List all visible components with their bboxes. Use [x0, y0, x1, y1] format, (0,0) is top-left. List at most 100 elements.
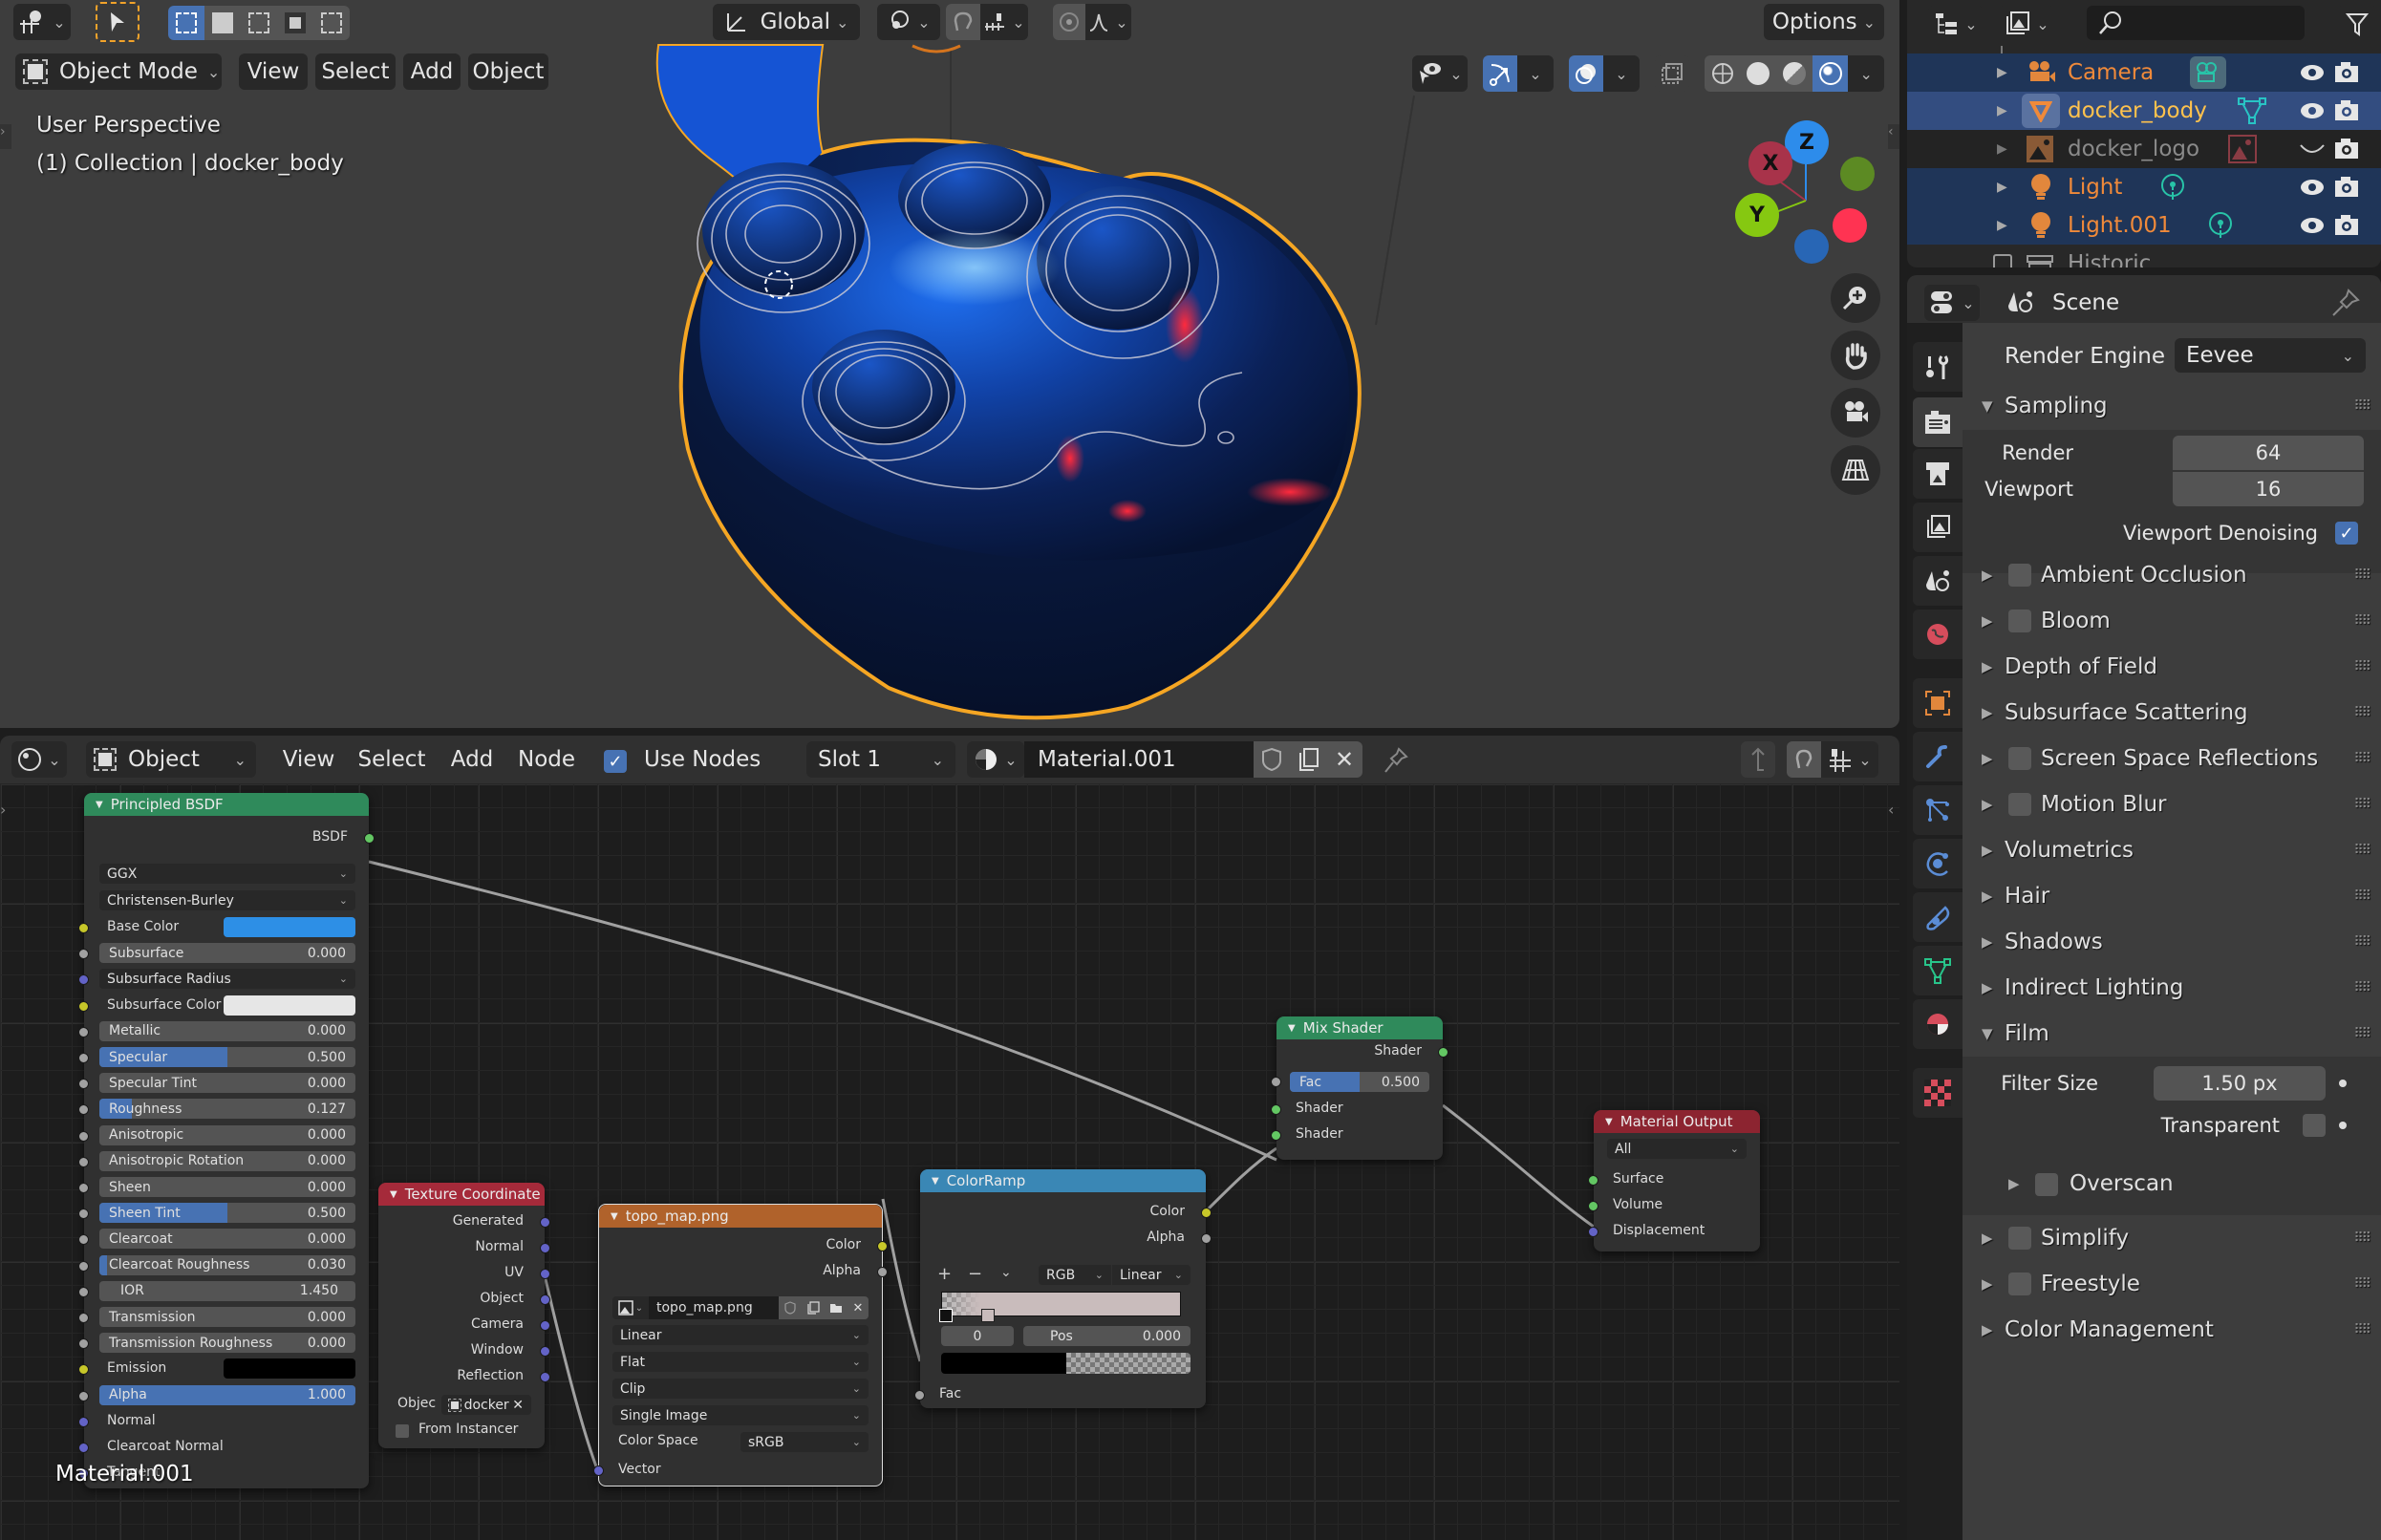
- panel-sampling[interactable]: ▼ Sampling ⠿⠿: [1963, 382, 2381, 430]
- pin-icon[interactable]: [2331, 289, 2360, 317]
- socket-alpha-out[interactable]: [877, 1267, 888, 1277]
- distribution-dropdown[interactable]: GGX ⌄: [99, 864, 355, 884]
- select-intersect-button[interactable]: [313, 6, 350, 40]
- tab-world[interactable]: [1913, 610, 1963, 659]
- snap-toggle[interactable]: [946, 4, 980, 40]
- panel-color-management[interactable]: ▶ Color Management ⠿⠿: [1963, 1307, 2381, 1353]
- drag-handle-icon[interactable]: ⠿⠿: [2353, 1230, 2370, 1246]
- panel-simplify[interactable]: ▶ Simplify ⠿⠿: [1963, 1215, 2381, 1261]
- color-space-dropdown[interactable]: sRGB ⌄: [740, 1432, 869, 1452]
- input-transmission-roughness[interactable]: Transmission Roughness 0.000: [99, 1333, 355, 1354]
- input-subsurface-radius-dropdown[interactable]: Subsurface Radius ⌄: [99, 969, 355, 990]
- color-mode-dropdown[interactable]: RGB ⌄: [1039, 1265, 1111, 1285]
- panel-enable-checkbox[interactable]: [2008, 610, 2031, 632]
- socket-ior-in[interactable]: [78, 1286, 89, 1297]
- from-instancer-checkbox[interactable]: [396, 1424, 409, 1438]
- socket-transmission-roughness-in[interactable]: [78, 1338, 89, 1350]
- image-browse-button[interactable]: ⌄: [612, 1296, 649, 1319]
- socket-fac-in[interactable]: [914, 1390, 925, 1401]
- node-header[interactable]: ▼ Principled BSDF: [84, 793, 369, 816]
- tab-render[interactable]: [1913, 397, 1963, 447]
- render-camera-icon[interactable]: [2333, 61, 2360, 84]
- input-sheen[interactable]: Sheen 0.000: [99, 1177, 355, 1197]
- image-unlink-button[interactable]: ✕: [847, 1296, 869, 1319]
- drag-handle-icon[interactable]: ⠿⠿: [2353, 613, 2370, 629]
- node-header[interactable]: ▼ Texture Coordinate: [378, 1183, 545, 1206]
- drag-handle-icon[interactable]: ⠿⠿: [2353, 1322, 2370, 1337]
- socket-emission-in[interactable]: [78, 1364, 89, 1376]
- menu-add[interactable]: Add: [403, 53, 461, 90]
- node-header[interactable]: ▼ Mix Shader: [1276, 1016, 1443, 1039]
- render-camera-icon[interactable]: [2333, 99, 2360, 122]
- drag-handle-icon[interactable]: ⠿⠿: [2353, 1026, 2370, 1041]
- panel-bloom[interactable]: ▶ Bloom ⠿⠿: [1963, 598, 2381, 644]
- transform-orientation-dropdown[interactable]: Global ⌄: [713, 4, 860, 40]
- proportional-edit-toggle[interactable]: [1053, 4, 1085, 40]
- socket-volume-in[interactable]: [1588, 1201, 1598, 1211]
- node-snap-toggle[interactable]: [1787, 741, 1821, 778]
- zoom-view-button[interactable]: [1831, 273, 1880, 323]
- ramp-stop-0[interactable]: [939, 1309, 953, 1322]
- clear-icon[interactable]: ✕: [512, 1398, 524, 1413]
- menu-node[interactable]: Node: [512, 741, 581, 778]
- drag-handle-icon[interactable]: ⠿⠿: [2353, 705, 2370, 720]
- node-header[interactable]: ▼ ColorRamp: [920, 1169, 1206, 1192]
- node-texture-coordinate[interactable]: ▼ Texture Coordinate Generated Normal UV Obj…: [378, 1183, 550, 1448]
- mesh-data-icon[interactable]: [2238, 96, 2266, 125]
- properties-editor[interactable]: ⌄ Scene Render Engine Eevee ⌄ ▼ Sampling …: [1907, 275, 2381, 1540]
- outliner-item-light-001[interactable]: ▶ Light.001: [1907, 206, 2381, 245]
- node-image-texture[interactable]: ▼ topo_map.png Color Alpha ⌄ topo_map.png…: [593, 1204, 888, 1487]
- gizmo-dropdown[interactable]: ⌄: [1517, 55, 1554, 92]
- pivot-point-dropdown[interactable]: ⌄: [877, 4, 940, 40]
- shading-dropdown[interactable]: ⌄: [1848, 55, 1884, 92]
- 3d-viewport[interactable]: ⌄ Global ⌄ ⌄ ⌄ ⌄ Options ⌄ Object Mode ⌄ Vi…: [0, 0, 1899, 728]
- keyframe-dot-icon[interactable]: [2339, 1080, 2347, 1087]
- ramp-interpolation-dropdown[interactable]: Linear ⌄: [1112, 1265, 1190, 1285]
- socket-normal-out[interactable]: [540, 1243, 550, 1253]
- panel-enable-checkbox[interactable]: [2008, 564, 2031, 587]
- socket-transmission-in[interactable]: [78, 1313, 89, 1323]
- tab-particles[interactable]: [1913, 785, 1963, 835]
- add-stop-button[interactable]: +: [937, 1264, 952, 1284]
- input-transmission[interactable]: Transmission 0.000: [99, 1307, 355, 1327]
- properties-editor-type[interactable]: ⌄: [1924, 285, 1980, 321]
- camera-view-button[interactable]: [1831, 388, 1880, 438]
- image-fake-user-button[interactable]: [779, 1296, 802, 1319]
- socket-base-color-in[interactable]: [78, 923, 89, 933]
- image-data-icon[interactable]: [2228, 135, 2257, 163]
- extension-dropdown[interactable]: Clip ⌄: [612, 1379, 869, 1399]
- outliner[interactable]: ⌄ ⌄ ▶ Camera ▶ docker_body ▶ docker_logo: [1907, 0, 2381, 267]
- fake-user-button[interactable]: [1254, 741, 1290, 778]
- gizmo-toggle[interactable]: [1483, 55, 1517, 92]
- visibility-eye-icon[interactable]: [2299, 101, 2326, 120]
- outliner-search-input[interactable]: [2087, 6, 2305, 40]
- socket-metallic-in[interactable]: [78, 1026, 89, 1037]
- outliner-item-camera[interactable]: ▶ Camera: [1907, 53, 2381, 92]
- socket-specular-tint-in[interactable]: [78, 1079, 89, 1090]
- subpanel-overscan[interactable]: ▶ Overscan: [1963, 1162, 2381, 1208]
- color-ramp-gradient[interactable]: [941, 1292, 1181, 1316]
- tab-texture[interactable]: [1913, 1068, 1963, 1118]
- shader-node-editor[interactable]: ⌄ Object ⌄ View Select Add Node ✓ Use Nod…: [0, 736, 1899, 1540]
- fac-slider[interactable]: Fac 0.500: [1290, 1072, 1429, 1092]
- node-header[interactable]: ▼ Material Output: [1594, 1110, 1760, 1133]
- keyframe-dot-icon[interactable]: [2339, 1122, 2347, 1129]
- socket-subsurface-color-in[interactable]: [78, 1000, 89, 1012]
- interpolation-dropdown[interactable]: Linear ⌄: [612, 1325, 869, 1345]
- input-clearcoat[interactable]: Clearcoat 0.000: [99, 1229, 355, 1250]
- select-subtract-button[interactable]: [241, 6, 277, 40]
- outliner-filter-view[interactable]: ⌄: [1999, 6, 2054, 42]
- input-specular[interactable]: Specular 0.500: [99, 1047, 355, 1067]
- outliner-item-docker-body[interactable]: ▶ docker_body: [1907, 92, 2381, 130]
- collapse-icon[interactable]: ▼: [390, 1189, 397, 1200]
- input-ior[interactable]: IOR 1.450: [99, 1280, 355, 1301]
- socket-sheen-tint-in[interactable]: [78, 1208, 89, 1220]
- tab-physics[interactable]: [1913, 839, 1963, 888]
- active-stop-index-field[interactable]: 0: [941, 1326, 1014, 1346]
- socket-camera-out[interactable]: [540, 1320, 550, 1331]
- socket-shader-in-2[interactable]: [1271, 1130, 1281, 1141]
- socket-fac-in[interactable]: [1271, 1077, 1281, 1087]
- socket-window-out[interactable]: [540, 1346, 550, 1357]
- collection-checkbox[interactable]: [1993, 254, 2012, 267]
- toolbar-expand-handle[interactable]: ›: [0, 124, 11, 149]
